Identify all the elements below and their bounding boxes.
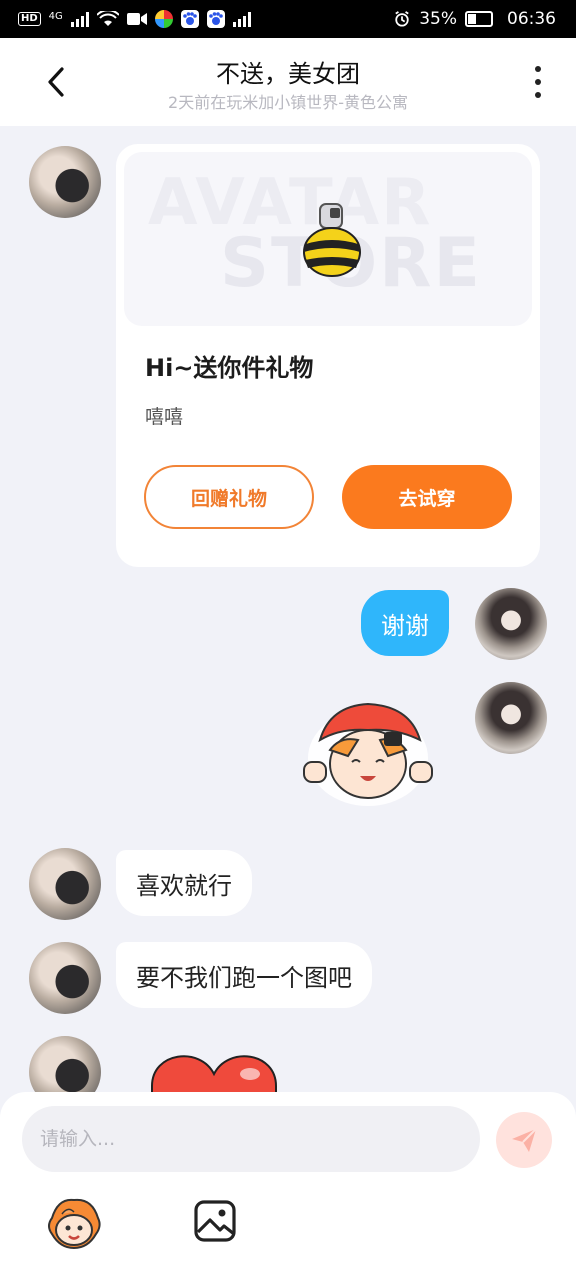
gift-text: 嘻嘻 (145, 406, 184, 428)
status-right: 35% 06:36 (393, 9, 556, 29)
more-button[interactable] (526, 64, 550, 100)
app-colorful-icon (154, 10, 173, 28)
heart-sticker-icon[interactable] (150, 1050, 278, 1092)
bee-icon (303, 203, 361, 277)
network-type: 4G (48, 11, 63, 22)
more-icon (535, 66, 541, 72)
signal-icon-2 (232, 11, 251, 27)
chat-area[interactable]: AVATAR STORE Hi~送你件礼物 嘻嘻 回赠礼物 去试穿 谢谢 (0, 126, 576, 1092)
chat-title: 不送，美女团 (216, 60, 360, 88)
message-bubble-other[interactable]: 要不我们跑一个图吧 (116, 942, 372, 1008)
message-input[interactable] (22, 1106, 480, 1172)
status-bar: HD 4G 35% 06:36 (0, 0, 576, 38)
chat-subtitle: 2天前在玩米加小镇世界-黄色公寓 (168, 93, 408, 112)
send-button[interactable] (496, 1112, 552, 1168)
avatar-me[interactable] (475, 588, 547, 660)
signal-icon (70, 11, 89, 27)
gift-title: Hi~送你件礼物 (145, 354, 314, 382)
battery-icon (465, 11, 493, 27)
more-icon-dot (535, 79, 541, 85)
avatar-other[interactable] (29, 1036, 101, 1092)
gift-banner: AVATAR STORE (124, 152, 532, 326)
video-icon (126, 13, 147, 25)
try-on-button[interactable]: 去试穿 (342, 465, 512, 529)
alarm-icon (395, 11, 409, 27)
battery-percent: 35% (419, 9, 457, 29)
sticker-girl-icon[interactable] (300, 700, 436, 810)
message-bubble-other[interactable]: 喜欢就行 (116, 850, 252, 916)
message-bubble-me[interactable]: 谢谢 (361, 590, 449, 656)
image-icon[interactable] (192, 1198, 238, 1244)
input-bar (0, 1092, 576, 1280)
hd-icon: HD (18, 12, 41, 26)
avatar-me[interactable] (475, 682, 547, 754)
wifi-icon (96, 11, 119, 26)
baidu-icon (180, 10, 199, 28)
send-icon (512, 1128, 537, 1152)
status-left: HD 4G (18, 10, 251, 28)
avatar-other[interactable] (29, 848, 101, 920)
more-icon-dot (535, 92, 541, 98)
avatar-other[interactable] (29, 146, 101, 218)
emoji-icon[interactable] (44, 1196, 104, 1252)
return-gift-button[interactable]: 回赠礼物 (144, 465, 314, 529)
avatar-other[interactable] (29, 942, 101, 1014)
clock: 06:36 (507, 9, 556, 29)
baidu-icon-2 (206, 10, 225, 28)
chat-header: 不送，美女团 2天前在玩米加小镇世界-黄色公寓 (0, 38, 576, 126)
gift-card[interactable]: AVATAR STORE Hi~送你件礼物 嘻嘻 回赠礼物 去试穿 (116, 144, 540, 567)
